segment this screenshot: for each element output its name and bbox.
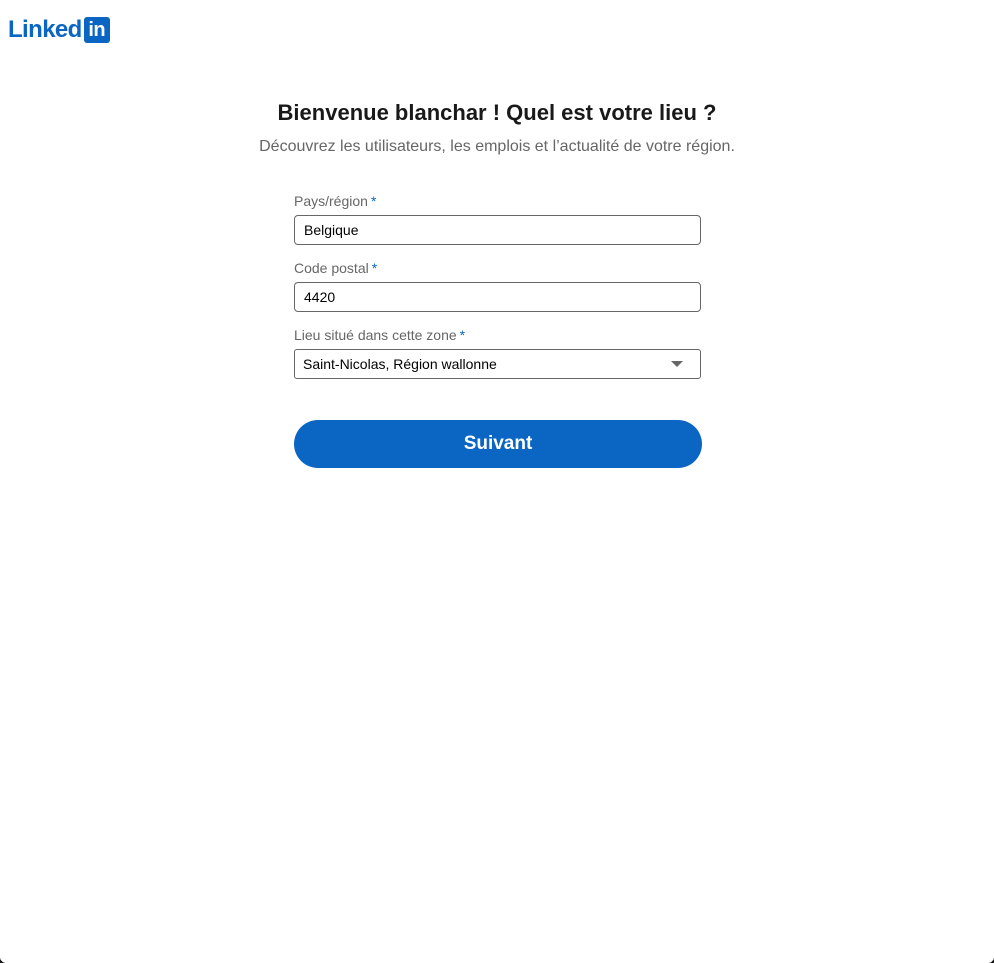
country-field: Pays/région * — [294, 192, 702, 245]
logo-wordmark: Linked — [8, 16, 82, 43]
location-select[interactable]: Saint-Nicolas, Région wallonne — [294, 349, 701, 379]
required-marker: * — [459, 327, 466, 343]
page-title: Bienvenue blanchar ! Quel est votre lieu… — [277, 100, 717, 125]
logo-badge: in — [83, 16, 110, 43]
postal-code-input[interactable] — [294, 282, 701, 312]
linkedin-logo[interactable]: Linked in — [8, 16, 110, 43]
country-input[interactable] — [294, 215, 701, 245]
window-corner-right — [988, 957, 994, 963]
next-button[interactable]: Suivant — [294, 420, 702, 468]
window-corner-left — [0, 957, 6, 963]
location-form: Pays/région* Code postal* Lieu situé dan… — [294, 192, 702, 393]
location-field: Lieu situé dans cette zone * Saint-Nicola… — [294, 326, 702, 379]
postal-code-label-text: Code postal — [294, 260, 369, 276]
country-label: Pays/région * — [294, 192, 702, 210]
country-label-text: Pays/région — [294, 193, 368, 209]
chevron-down-icon — [671, 361, 683, 367]
onboarding-location-page: Linked in Bienvenue blanchar ! Quel est … — [0, 0, 994, 963]
location-select-value: Saint-Nicolas, Région wallonne — [303, 356, 497, 372]
location-label: Lieu situé dans cette zone * — [294, 326, 702, 344]
required-marker: * — [371, 260, 378, 276]
required-marker: * — [370, 193, 377, 209]
page-subtitle: Découvrez les utilisateurs, les emplois … — [259, 138, 735, 155]
postal-code-field: Code postal * — [294, 259, 702, 312]
location-label-text: Lieu situé dans cette zone — [294, 327, 457, 343]
postal-code-label: Code postal * — [294, 259, 702, 277]
